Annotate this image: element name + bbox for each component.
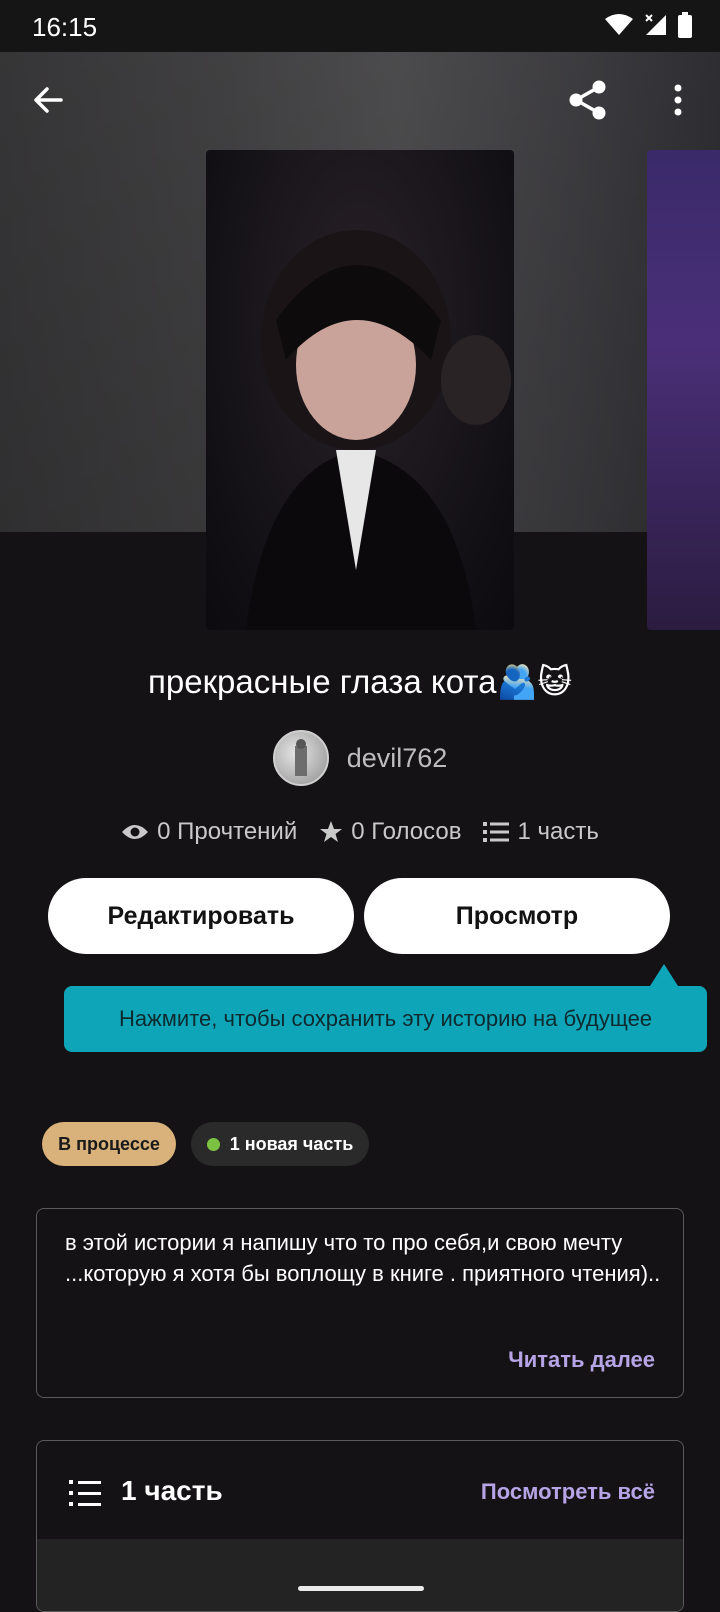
avatar-image	[294, 739, 307, 776]
reads-stat: 0 Прочтений	[121, 818, 297, 846]
description-text: в этой истории я напишу что то про себя,…	[65, 1230, 661, 1286]
read-more-link[interactable]: Читать далее	[508, 1347, 655, 1373]
status-badge: В процессе	[42, 1122, 176, 1166]
share-icon	[569, 80, 606, 120]
more-vertical-icon	[674, 84, 682, 116]
new-indicator-dot	[206, 1137, 220, 1151]
parts-stat: 1 часть	[483, 818, 599, 846]
story-cover[interactable]	[206, 150, 514, 630]
eye-icon	[122, 825, 149, 839]
more-menu-button[interactable]	[650, 72, 706, 128]
edit-button[interactable]: Редактировать	[48, 878, 354, 954]
avatar[interactable]	[272, 730, 329, 786]
wifi-icon	[605, 14, 633, 35]
next-story-cover[interactable]	[647, 150, 720, 630]
new-part-label: 1 новая часть	[229, 1133, 354, 1154]
tooltip-arrow	[650, 964, 678, 986]
list-icon	[69, 1480, 101, 1506]
parts-title: 1 часть	[121, 1475, 223, 1506]
status-bar: 16:15	[0, 0, 720, 52]
cover-image	[246, 230, 511, 630]
arrow-left-icon	[34, 87, 63, 113]
signal-icon	[645, 14, 666, 35]
home-indicator[interactable]	[298, 1586, 424, 1591]
status-icons	[604, 12, 692, 38]
new-part-badge: 1 новая часть	[191, 1122, 369, 1166]
votes-stat: 0 Голосов	[319, 818, 461, 846]
share-button[interactable]	[560, 72, 616, 128]
description-card: в этой истории я напишу что то про себя,…	[36, 1208, 684, 1398]
preview-button[interactable]: Просмотр	[364, 878, 670, 954]
parts-count: 1 часть	[517, 818, 599, 845]
part-list-item[interactable]	[37, 1539, 683, 1611]
reads-count: 0 Прочтений	[157, 818, 298, 845]
back-button[interactable]	[20, 72, 76, 128]
status-time: 16:15	[32, 12, 98, 42]
story-title: прекрасные глаза кота🫂😺	[148, 663, 572, 700]
view-all-link[interactable]: Посмотреть всё	[481, 1479, 655, 1505]
list-icon	[483, 822, 510, 842]
star-icon	[320, 821, 343, 842]
battery-icon	[678, 12, 692, 38]
votes-count: 0 Голосов	[351, 818, 462, 845]
story-stats: 0 Прочтений 0 Голосов 1 часть	[0, 818, 720, 846]
author-row[interactable]: devil762	[0, 730, 720, 786]
author-name[interactable]: devil762	[347, 743, 448, 774]
save-tooltip[interactable]: Нажмите, чтобы сохранить эту историю на …	[64, 986, 707, 1052]
